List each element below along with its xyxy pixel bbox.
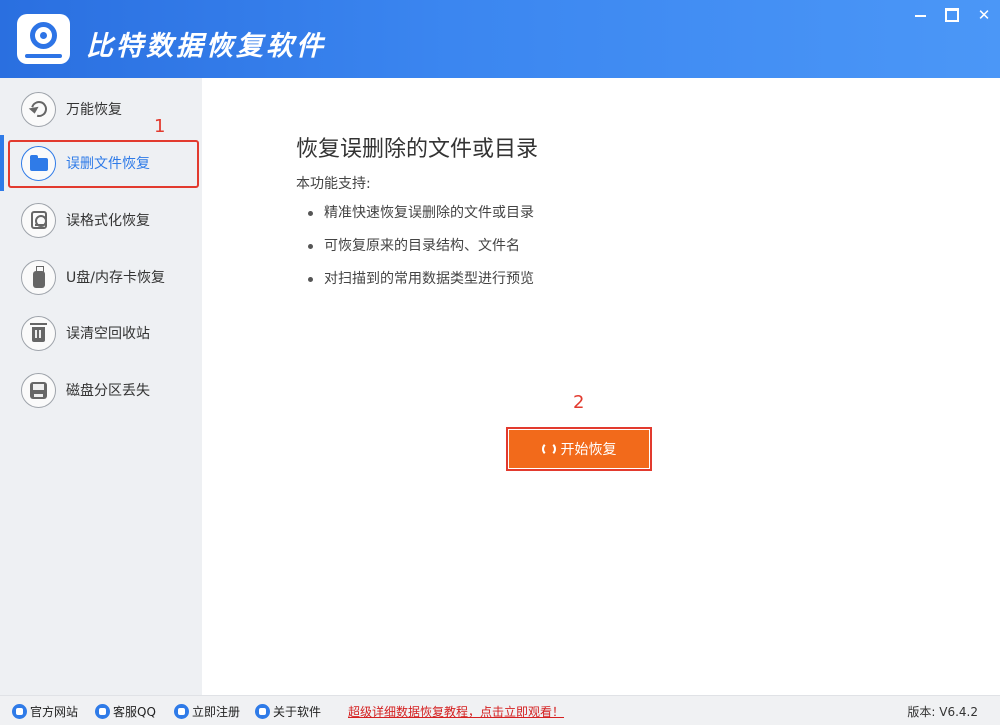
window-controls: ✕ (904, 0, 1000, 30)
sidebar-item-label: 万能恢复 (66, 102, 122, 118)
feature-list: 精准快速恢复误删除的文件或目录 可恢复原来的目录结构、文件名 对扫描到的常用数据… (308, 203, 534, 302)
register-label: 立即注册 (192, 705, 241, 719)
sidebar-item-partition-recovery[interactable]: 磁盘分区丢失 (0, 362, 202, 418)
undo-icon (21, 91, 56, 127)
list-item: 可恢复原来的目录结构、文件名 (308, 236, 534, 269)
version-label: 版本: V6.4.2 (907, 705, 978, 719)
annotation-marker-2: 2 (573, 392, 585, 413)
list-item: 对扫描到的常用数据类型进行预览 (308, 269, 534, 302)
feature-intro: 本功能支持: (296, 176, 371, 192)
about-link[interactable]: 关于软件 (255, 703, 321, 720)
support-qq-label: 客服QQ (113, 705, 156, 719)
formatted-disk-icon (21, 202, 56, 238)
page-title: 恢复误删除的文件或目录 (296, 137, 539, 162)
disk-partition-icon (21, 372, 56, 408)
trash-icon (21, 315, 56, 351)
register-icon (174, 704, 189, 719)
usb-drive-icon (21, 259, 56, 295)
sidebar-item-label: 误清空回收站 (66, 326, 150, 342)
minimize-icon[interactable] (904, 0, 936, 30)
sidebar-item-recycle-bin-recovery[interactable]: 误清空回收站 (0, 305, 202, 361)
sidebar-item-format-recovery[interactable]: 误格式化恢复 (0, 192, 202, 248)
active-indicator (0, 135, 4, 191)
refresh-icon (541, 442, 556, 456)
sidebar-item-universal-recovery[interactable]: 万能恢复 (0, 81, 202, 137)
official-site-link[interactable]: 官方网站 (12, 703, 78, 720)
home-icon (12, 704, 27, 719)
annotation-highlight-box (8, 140, 199, 188)
maximize-icon[interactable] (936, 0, 968, 30)
start-recovery-label: 开始恢复 (560, 441, 617, 457)
sidebar-item-label: U盘/内存卡恢复 (66, 270, 165, 286)
annotation-marker-1: 1 (154, 116, 166, 137)
close-icon[interactable]: ✕ (968, 0, 1000, 30)
support-qq-link[interactable]: 客服QQ (95, 703, 156, 720)
status-bar: 官方网站 客服QQ 立即注册 关于软件 超级详细数据恢复教程，点击立即观看！ 版… (0, 695, 1000, 725)
tutorial-link[interactable]: 超级详细数据恢复教程，点击立即观看！ (348, 703, 564, 720)
qq-icon (95, 704, 110, 719)
app-title: 比特数据恢复软件 (86, 31, 326, 62)
official-site-label: 官方网站 (30, 705, 79, 719)
start-recovery-button[interactable]: 开始恢复 (509, 430, 649, 468)
sidebar-item-usb-card-recovery[interactable]: U盘/内存卡恢复 (0, 249, 202, 305)
sidebar-item-label: 误格式化恢复 (66, 213, 150, 229)
list-item: 精准快速恢复误删除的文件或目录 (308, 203, 534, 236)
title-bar: 比特数据恢复软件 ✕ (0, 0, 1000, 78)
info-icon (255, 704, 270, 719)
register-link[interactable]: 立即注册 (174, 703, 240, 720)
about-label: 关于软件 (273, 705, 322, 719)
sidebar-item-label: 磁盘分区丢失 (66, 383, 150, 399)
app-logo (17, 14, 70, 64)
